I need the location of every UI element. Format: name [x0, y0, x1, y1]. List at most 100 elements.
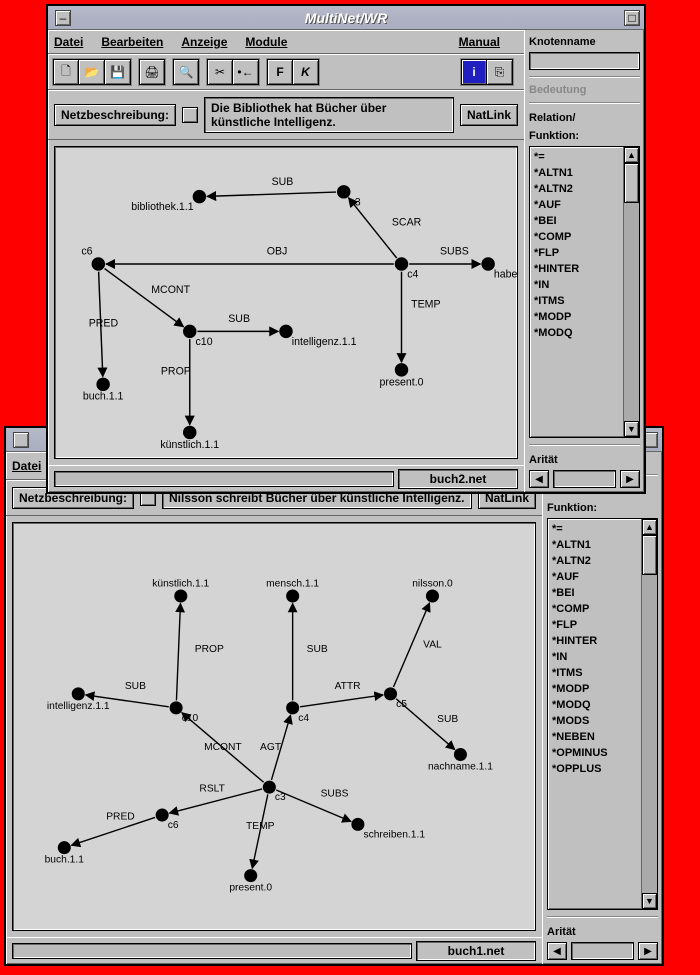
- aritaet-nav-2[interactable]: ◀ ▶: [547, 942, 658, 960]
- svg-text:buch.1.1: buch.1.1: [45, 855, 85, 866]
- list-item[interactable]: *AUF: [552, 569, 637, 585]
- scroll-up-icon[interactable]: ▲: [642, 519, 657, 535]
- svg-text:c4: c4: [298, 713, 309, 724]
- maximize-icon[interactable]: □: [624, 10, 640, 26]
- list-item[interactable]: *BEI: [552, 585, 637, 601]
- desc-toggle-1[interactable]: [182, 107, 198, 123]
- arrow-right-icon[interactable]: ▶: [620, 470, 640, 488]
- list-item[interactable]: *ITMS: [552, 665, 637, 681]
- list-item[interactable]: *AUF: [534, 197, 619, 213]
- relation-listbox-1[interactable]: *=*ALTN1*ALTN2*AUF*BEI*COMP*FLP*HINTER*I…: [529, 146, 640, 438]
- scroll-thumb[interactable]: [642, 535, 657, 575]
- titlebar-front[interactable]: – MultiNet/WR □: [48, 6, 644, 30]
- menu-module[interactable]: Module: [245, 35, 287, 49]
- scroll-track-2[interactable]: [12, 943, 412, 959]
- list-item[interactable]: *=: [534, 149, 619, 165]
- menu-datei[interactable]: Datei: [54, 35, 83, 49]
- list-item[interactable]: *NEBEN: [552, 729, 637, 745]
- svg-text:PRED: PRED: [89, 318, 119, 330]
- relation-listbox-2[interactable]: *=*ALTN1*ALTN2*AUF*BEI*COMP*FLP*HINTER*I…: [547, 518, 658, 910]
- knotenname-input[interactable]: [529, 52, 640, 70]
- aritaet-label-2: Arität: [547, 924, 658, 940]
- scroll-thumb[interactable]: [624, 163, 639, 203]
- svg-text:buch.1.1: buch.1.1: [83, 391, 124, 403]
- list-item[interactable]: *ITMS: [534, 293, 619, 309]
- list-item[interactable]: *COMP: [534, 229, 619, 245]
- menu-datei-back[interactable]: Datei: [12, 459, 41, 473]
- svg-text:RSLT: RSLT: [199, 784, 225, 795]
- list-item[interactable]: *HINTER: [552, 633, 637, 649]
- menu-bearbeiten[interactable]: Bearbeiten: [101, 35, 163, 49]
- sysmenu-icon[interactable]: [13, 432, 29, 448]
- list-item[interactable]: *ALTN2: [534, 181, 619, 197]
- scroll-up-icon[interactable]: ▲: [624, 147, 639, 163]
- list-item[interactable]: *ALTN1: [534, 165, 619, 181]
- list-item[interactable]: *MODS: [552, 713, 637, 729]
- svg-text:ATTR: ATTR: [335, 681, 361, 692]
- list-item[interactable]: *FLP: [552, 617, 637, 633]
- svg-text:TEMP: TEMP: [411, 298, 440, 310]
- list-item[interactable]: *HINTER: [534, 261, 619, 277]
- svg-text:intelligenz.1.1: intelligenz.1.1: [47, 701, 110, 712]
- sysmenu-icon[interactable]: –: [55, 10, 71, 26]
- list-item[interactable]: *FLP: [534, 245, 619, 261]
- svg-text:TEMP: TEMP: [246, 821, 275, 832]
- format-f-button[interactable]: F: [267, 59, 293, 85]
- filename-2: buch1.net: [416, 941, 536, 961]
- funktion-label-2: Funktion:: [547, 500, 658, 516]
- aritaet-nav-1[interactable]: ◀ ▶: [529, 470, 640, 488]
- list-item[interactable]: *IN: [552, 649, 637, 665]
- list-item[interactable]: *COMP: [552, 601, 637, 617]
- statusbar-1: buch2.net: [48, 465, 524, 492]
- toolbar: 🗋 📂 💾 🖨 🔍 ✂ •← F K: [48, 54, 524, 90]
- svg-text:haben.1.1: haben.1.1: [494, 268, 517, 280]
- svg-text:künstlich.1.1: künstlich.1.1: [160, 439, 219, 451]
- scroll-track-1[interactable]: [54, 471, 394, 487]
- list-item[interactable]: *ALTN2: [552, 553, 637, 569]
- side-panel-1: Knotenname Bedeutung Relation/ Funktion:…: [524, 30, 644, 492]
- svg-text:c10: c10: [182, 713, 199, 724]
- arrow-left-icon[interactable]: ◀: [547, 942, 567, 960]
- exit-icon[interactable]: ⎘: [487, 59, 513, 85]
- info-icon[interactable]: i: [461, 59, 487, 85]
- arrow-right-icon[interactable]: ▶: [638, 942, 658, 960]
- scrollbar-2[interactable]: ▲ ▼: [641, 519, 657, 909]
- knotenname-label: Knotenname: [529, 34, 640, 50]
- new-icon[interactable]: 🗋: [53, 59, 79, 85]
- svg-text:PROP: PROP: [195, 644, 224, 655]
- list-item[interactable]: *MODQ: [534, 325, 619, 341]
- scrollbar-1[interactable]: ▲ ▼: [623, 147, 639, 437]
- relation-label-1: Relation/: [529, 110, 640, 126]
- svg-text:c6: c6: [168, 820, 179, 831]
- menu-anzeige[interactable]: Anzeige: [181, 35, 227, 49]
- list-item[interactable]: *=: [552, 521, 637, 537]
- menu-manual[interactable]: Manual: [459, 35, 500, 49]
- svg-text:present.0: present.0: [379, 376, 423, 388]
- list-item[interactable]: *MODQ: [552, 697, 637, 713]
- save-icon[interactable]: 💾: [105, 59, 131, 85]
- list-item[interactable]: *MODP: [534, 309, 619, 325]
- list-item[interactable]: *MODP: [552, 681, 637, 697]
- svg-text:OBJ: OBJ: [267, 245, 288, 257]
- list-item[interactable]: *OPPLUS: [552, 761, 637, 777]
- svg-text:SUBS: SUBS: [321, 788, 349, 799]
- graph-canvas-2[interactable]: PROPSUBSUBATTRVALSUBMCONTAGTRSLTSUBSTEMP…: [12, 522, 536, 931]
- arrow-left-icon[interactable]: ◀: [529, 470, 549, 488]
- desc-text-1[interactable]: Die Bibliothek hat Bücher über künstlich…: [204, 97, 454, 133]
- scroll-down-icon[interactable]: ▼: [642, 893, 657, 909]
- graph-canvas-1[interactable]: SUBSCAROBJSUBSTEMPMCONTPREDSUBPROPbiblio…: [54, 146, 518, 459]
- list-item[interactable]: *BEI: [534, 213, 619, 229]
- print-icon[interactable]: 🖨: [139, 59, 165, 85]
- format-k-button[interactable]: K: [293, 59, 319, 85]
- open-icon[interactable]: 📂: [79, 59, 105, 85]
- scroll-down-icon[interactable]: ▼: [624, 421, 639, 437]
- list-item[interactable]: *IN: [534, 277, 619, 293]
- zoom-icon[interactable]: 🔍: [173, 59, 199, 85]
- list-item[interactable]: *OPMINUS: [552, 745, 637, 761]
- svg-text:schreiben.1.1: schreiben.1.1: [363, 829, 425, 840]
- list-item[interactable]: *ALTN1: [552, 537, 637, 553]
- natlink-button-1[interactable]: NatLink: [460, 104, 518, 126]
- svg-text:SUB: SUB: [437, 714, 458, 725]
- node-tool-icon[interactable]: •←: [233, 59, 259, 85]
- cut-icon[interactable]: ✂: [207, 59, 233, 85]
